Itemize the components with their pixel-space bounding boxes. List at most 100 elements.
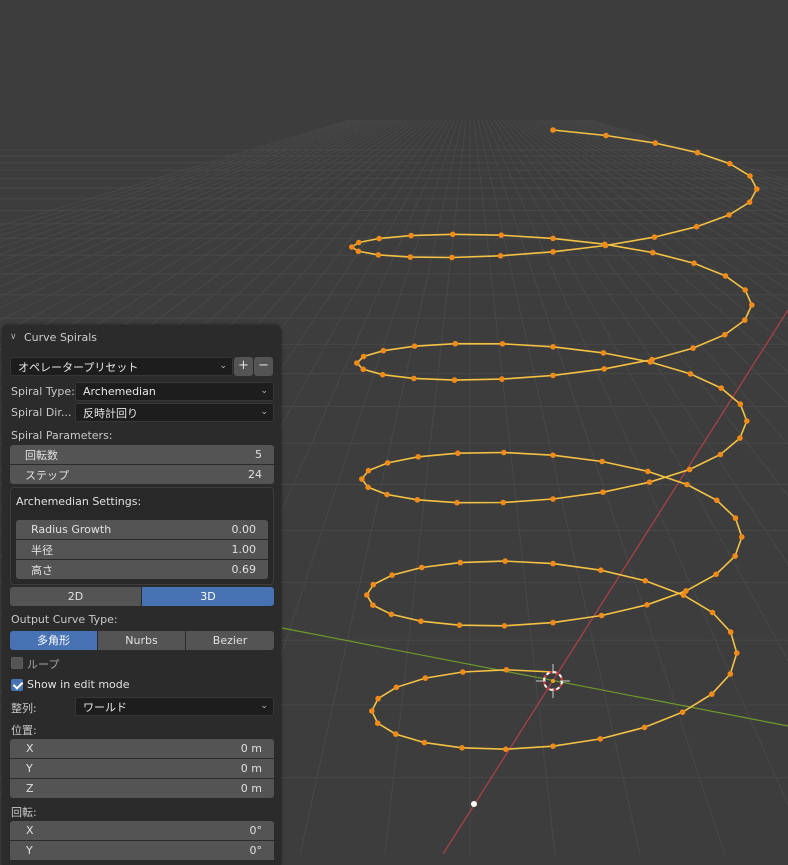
spiral-vertex[interactable] <box>365 467 372 474</box>
spiral-vertex[interactable] <box>418 564 425 571</box>
spiral-vertex[interactable] <box>370 602 376 608</box>
loop-checkbox[interactable] <box>11 657 23 669</box>
spiral-vertex[interactable] <box>393 684 400 691</box>
spiral-vertex[interactable] <box>415 454 422 460</box>
spiral-vertex[interactable] <box>454 499 460 506</box>
spiral-vertex[interactable] <box>503 746 509 752</box>
spiral-vertex[interactable] <box>601 366 607 372</box>
spiral-vertex[interactable] <box>364 592 370 598</box>
spiral-vertex[interactable] <box>749 302 755 308</box>
spiral-vertex[interactable] <box>722 273 729 279</box>
spiral-vertex[interactable] <box>642 578 649 584</box>
rotation-y-field[interactable]: Y 0° <box>10 841 274 860</box>
spiral-vertex[interactable] <box>392 731 399 737</box>
spiral-vertex[interactable] <box>599 458 605 465</box>
spiral-vertex[interactable] <box>500 499 507 506</box>
spiral-vertex[interactable] <box>450 231 456 238</box>
spiral-vertex[interactable] <box>732 515 739 521</box>
3d-toggle[interactable]: 3D <box>142 587 274 606</box>
spiral-vertex[interactable] <box>709 609 716 616</box>
turns-field[interactable]: 回転数 5 <box>10 445 274 464</box>
3d-cursor-icon[interactable] <box>536 664 570 698</box>
spiral-vertex[interactable] <box>388 611 395 618</box>
height-field[interactable]: 高さ 0.69 <box>16 560 268 579</box>
spiral-vertex[interactable] <box>550 619 556 626</box>
spiral-vertex[interactable] <box>449 254 455 261</box>
spiral-vertex[interactable] <box>679 709 686 715</box>
spiral-vertex[interactable] <box>641 724 648 731</box>
spiral-vertices[interactable] <box>349 127 760 752</box>
spiral-vertex[interactable] <box>742 287 748 293</box>
spiral-vertex[interactable] <box>498 232 505 238</box>
spiral-vertex[interactable] <box>684 481 690 488</box>
spiral-vertex[interactable] <box>646 479 653 486</box>
spiral-vertex[interactable] <box>452 340 459 347</box>
spiral-vertex[interactable] <box>389 572 395 578</box>
spiral-vertex[interactable] <box>459 745 465 751</box>
spiral-vertex[interactable] <box>742 317 748 323</box>
spiral-vertex[interactable] <box>739 534 745 540</box>
remove-preset-button[interactable]: − <box>254 357 273 376</box>
spiral-vertex[interactable] <box>737 401 744 407</box>
spiral-vertex[interactable] <box>727 160 733 167</box>
chevron-down-icon[interactable]: ∨ <box>10 332 18 342</box>
radius-growth-field[interactable]: Radius Growth 0.00 <box>16 520 268 539</box>
spiral-vertex[interactable] <box>717 451 724 458</box>
spiral-vertex[interactable] <box>744 418 750 424</box>
spiral-type-dropdown[interactable]: Archemedian ⌄ <box>75 382 274 401</box>
spiral-vertex[interactable] <box>408 232 414 239</box>
spiral-vertex[interactable] <box>550 235 556 242</box>
location-x-field[interactable]: X 0 m <box>10 739 274 758</box>
spiral-vertex[interactable] <box>732 553 738 559</box>
curve-type-poly-toggle[interactable]: 多角形 <box>10 631 97 650</box>
spiral-vertex[interactable] <box>457 559 464 566</box>
spiral-vertex[interactable] <box>726 212 732 218</box>
spiral-vertex[interactable] <box>365 484 371 491</box>
spiral-vertex[interactable] <box>690 345 696 351</box>
spiral-vertex[interactable] <box>501 449 507 456</box>
spiral-vertex[interactable] <box>650 249 656 256</box>
spiral-vertex[interactable] <box>360 366 367 373</box>
spiral-vertex[interactable] <box>727 671 734 677</box>
spiral-vertex[interactable] <box>645 468 651 475</box>
spiral-vertex[interactable] <box>422 675 429 681</box>
spiral-vertex[interactable] <box>550 560 556 567</box>
spiral-vertex[interactable] <box>727 629 734 635</box>
spiral-vertex[interactable] <box>349 244 355 250</box>
spiral-vertex[interactable] <box>369 708 375 714</box>
spiral-vertex[interactable] <box>418 618 424 624</box>
spiral-vertex[interactable] <box>355 248 362 255</box>
align-dropdown[interactable]: ワールド ⌄ <box>75 697 274 716</box>
spiral-vertex[interactable] <box>356 239 362 246</box>
spiral-vertex[interactable] <box>379 371 386 378</box>
spiral-vertex[interactable] <box>600 489 606 496</box>
spiral-vertex[interactable] <box>651 234 658 240</box>
spiral-vertex[interactable] <box>693 223 700 230</box>
spiral-vertex[interactable] <box>598 567 604 573</box>
spiral-vertex[interactable] <box>503 667 510 673</box>
spiral-vertex[interactable] <box>550 344 556 350</box>
spiral-vertex[interactable] <box>374 720 381 726</box>
spiral-vertex[interactable] <box>411 375 417 382</box>
spiral-vertex[interactable] <box>597 736 604 742</box>
spiral-vertex[interactable] <box>550 249 556 255</box>
spiral-vertex[interactable] <box>683 588 689 594</box>
rotation-x-field[interactable]: X 0° <box>10 821 274 840</box>
spiral-vertex[interactable] <box>718 385 724 391</box>
curve-type-bezier-toggle[interactable]: Bezier <box>186 631 274 650</box>
operator-preset-dropdown[interactable]: オペレータープリセット ⌄ <box>10 357 233 376</box>
spiral-vertex[interactable] <box>411 343 418 350</box>
spiral-vertex[interactable] <box>380 347 387 354</box>
spiral-vertex[interactable] <box>407 254 414 260</box>
spiral-vertex[interactable] <box>754 186 760 192</box>
spiral-vertex[interactable] <box>460 669 466 675</box>
spiral-vertex[interactable] <box>499 341 506 347</box>
location-y-field[interactable]: Y 0 m <box>10 759 274 778</box>
location-z-field[interactable]: Z 0 m <box>10 779 274 798</box>
spiral-vertex[interactable] <box>691 260 697 267</box>
panel-header[interactable]: ∨ Curve Spirals <box>2 325 281 349</box>
spiral-vertex[interactable] <box>652 140 659 146</box>
spiral-vertex[interactable] <box>384 460 391 466</box>
spiral-vertex[interactable] <box>550 127 556 133</box>
spiral-vertex[interactable] <box>598 612 605 619</box>
